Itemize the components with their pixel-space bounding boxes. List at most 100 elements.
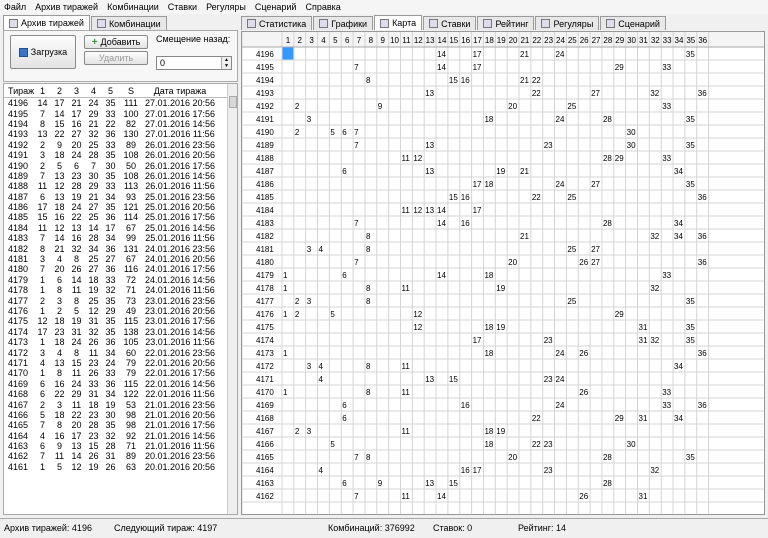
menu-item-0[interactable]: Файл [4,2,26,12]
table-cell: 21.01.2016 11:56 [145,441,215,452]
table-row[interactable]: 4194 8 15 16 21 22 82 27.01.2016 14:56 [4,119,237,129]
right-tab-2[interactable]: Карта [374,15,423,30]
menu-item-5[interactable]: Сценарий [255,2,297,12]
table-row[interactable]: 4177 2 3 8 25 35 73 23.01.2016 23:56 [4,295,237,306]
table-cell: 13 [54,170,65,181]
table-cell: 12 [54,222,65,233]
load-button[interactable]: Загрузка [10,35,76,69]
map-number: 11 [402,206,411,215]
table-row[interactable]: 4184 11 12 13 14 17 67 25.01.2016 14:56 [4,223,237,233]
table-row[interactable]: 4178 1 8 11 19 32 71 24.01.2016 11:56 [4,285,237,295]
column-header[interactable]: S [119,84,143,97]
right-tab-1[interactable]: Графики [313,16,374,30]
column-header[interactable]: Дата тиража [143,84,217,97]
table-cell: 35 [105,202,116,213]
column-header[interactable]: 2 [51,84,68,97]
map-row-draw: 4168 [256,414,274,423]
table-row[interactable]: 4179 1 6 14 18 33 72 24.01.2016 14:56 [4,275,237,285]
table-row[interactable]: 4173 1 18 24 26 36 105 23.01.2016 11:56 [4,337,237,347]
table-row[interactable]: 4183 7 14 16 28 34 99 25.01.2016 11:56 [4,233,237,243]
map-number: 24 [556,375,565,384]
menu-item-6[interactable]: Справка [305,2,340,12]
table-row[interactable]: 4189 7 13 23 30 35 108 26.01.2016 14:56 [4,171,237,181]
table-cell: 115 [123,378,139,389]
table-row[interactable]: 4186 17 18 24 27 35 121 25.01.2016 20:56 [4,202,237,212]
map-number: 2 [295,128,300,137]
table-row[interactable]: 4190 2 5 6 7 30 50 26.01.2016 17:56 [4,160,237,171]
map-number: 11 [402,427,411,436]
table-cell: 3 [39,254,45,265]
menu-item-1[interactable]: Архив тиражей [35,2,98,12]
table-row[interactable]: 4166 5 18 22 23 30 98 21.01.2016 20:56 [4,410,237,420]
tab-icon [429,19,439,28]
column-header[interactable]: Тираж [4,84,34,97]
table-row[interactable]: 4192 2 9 20 25 33 89 26.01.2016 23:56 [4,140,237,150]
map-row-draw: 4177 [256,297,274,306]
map-number: 32 [650,466,659,475]
left-tab-1[interactable]: Комбинации [90,16,167,30]
add-button[interactable]: + Добавить [84,35,148,49]
column-header[interactable]: 3 [68,84,85,97]
table-cell: 8 [56,285,62,296]
table-cell: 15 [54,118,65,129]
table-row[interactable]: 4185 15 16 22 25 36 114 25.01.2016 17:56 [4,212,237,222]
right-tab-5[interactable]: Регуляры [535,16,600,30]
table-row[interactable]: 4180 7 20 26 27 36 116 24.01.2016 17:56 [4,264,237,274]
table-row[interactable]: 4167 2 3 11 18 19 53 21.01.2016 23:56 [4,399,237,410]
table-cell: 22 [105,118,116,129]
table-row[interactable]: 4196 14 17 21 24 35 111 27.01.2016 20:56 [4,98,237,108]
table-row[interactable]: 4176 1 2 5 12 29 49 23.01.2016 20:56 [4,306,237,316]
table-cell: 28 [71,181,82,192]
table-row[interactable]: 4187 6 13 19 21 34 93 25.01.2016 23:56 [4,192,237,202]
menu-item-2[interactable]: Комбинации [107,2,159,12]
right-tab-4[interactable]: Рейтинг [477,16,535,30]
menu-item-4[interactable]: Регуляры [206,2,246,12]
table-row[interactable]: 4193 13 22 27 32 36 130 27.01.2016 11:56 [4,129,237,139]
table-row[interactable]: 4161 1 5 12 19 26 63 20.01.2016 20:56 [4,462,237,472]
table-row[interactable]: 4162 7 11 14 26 31 89 20.01.2016 23:56 [4,451,237,461]
table-row[interactable]: 4168 6 22 29 31 34 122 22.01.2016 11:56 [4,389,237,399]
table-cell: 8 [56,368,62,379]
table-row[interactable]: 4174 17 23 31 32 35 138 23.01.2016 14:56 [4,327,237,337]
table-row[interactable]: 4195 7 14 17 29 33 100 27.01.2016 17:56 [4,108,237,119]
table-cell: 7 [39,108,45,119]
map-column-header: 26 [580,36,589,45]
table-row[interactable]: 4172 3 4 8 11 34 60 22.01.2016 23:56 [4,347,237,358]
table-row[interactable]: 4188 11 12 28 29 33 113 26.01.2016 11:56 [4,181,237,191]
number-map-grid[interactable]: 1 2 3 4 5 6 7 8 9 10 11 12 13 14 15 16 17 18 19 20 21 22 23 24 2… [241,31,765,515]
table-row[interactable]: 4171 4 13 15 23 24 79 22.01.2016 20:56 [4,358,237,368]
table-row[interactable]: 4181 3 4 8 25 27 67 24.01.2016 20:56 [4,254,237,264]
spin-arrows-icon[interactable]: ▲ ▼ [221,57,231,69]
map-number: 13 [425,141,434,150]
table-row[interactable]: 4169 6 16 24 33 36 115 22.01.2016 14:56 [4,379,237,389]
table-cell: 72 [125,274,136,285]
right-tab-6[interactable]: Сценарий [600,16,666,30]
table-row[interactable]: 4164 4 16 17 23 32 92 21.01.2016 14:56 [4,431,237,441]
map-number: 33 [662,388,671,397]
right-tab-3[interactable]: Ставки [423,16,477,30]
table-cell: 24 [105,357,116,368]
table-cell: 6 [39,378,45,389]
offset-spinbox[interactable]: 0 ▲ ▼ [156,56,232,70]
table-cell: 25 [88,295,99,306]
delete-button[interactable]: Удалить [84,51,148,65]
column-header[interactable]: 4 [85,84,102,97]
right-tab-0[interactable]: Статистика [241,16,313,30]
draw-table-scrollbar[interactable] [227,84,237,514]
table-cell: 13 [71,222,82,233]
menu-item-3[interactable]: Ставки [168,2,197,12]
map-number: 25 [567,193,576,202]
scrollbar-thumb[interactable] [229,96,237,108]
table-row[interactable]: 4163 6 9 13 15 28 71 21.01.2016 11:56 [4,441,237,451]
table-row[interactable]: 4191 3 18 24 28 35 108 26.01.2016 20:56 [4,150,237,160]
column-header[interactable]: 5 [102,84,119,97]
column-header[interactable]: 1 [34,84,51,97]
table-cell: 16 [54,430,65,441]
table-cell: 89 [125,451,136,462]
table-row[interactable]: 4170 1 8 11 26 33 79 22.01.2016 17:56 [4,368,237,378]
left-tab-0[interactable]: Архив тиражей [3,15,90,30]
table-row[interactable]: 4165 7 8 20 28 35 98 21.01.2016 17:56 [4,420,237,430]
table-row[interactable]: 4175 12 18 19 31 35 115 23.01.2016 17:56 [4,316,237,326]
table-row[interactable]: 4182 8 21 32 34 36 131 24.01.2016 23:56 [4,243,237,254]
map-number: 22 [532,440,541,449]
